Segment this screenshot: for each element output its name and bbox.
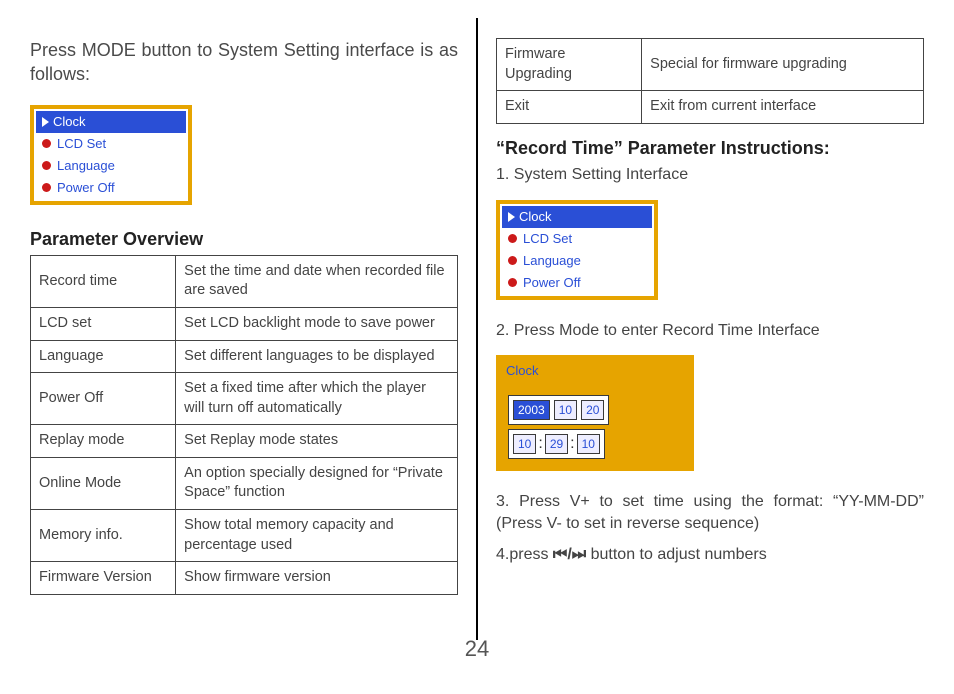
clock-titlebar: Clock: [500, 359, 690, 387]
table-row: Memory info.Show total memory capacity a…: [31, 509, 458, 561]
bullet-icon: [42, 161, 51, 170]
right-column: Firmware UpgradingSpecial for firmware u…: [476, 18, 924, 640]
menu-label: Language: [57, 157, 115, 175]
menu-label: LCD Set: [523, 230, 572, 248]
menu-item-language: Language: [502, 250, 652, 272]
param-name: Exit: [497, 91, 642, 124]
bullet-icon: [42, 139, 51, 148]
prev-next-icon: ⏮/⏭: [553, 546, 586, 563]
bullet-icon: [508, 234, 517, 243]
menu-item-lcdset: LCD Set: [36, 133, 186, 155]
manual-page: Press MODE button to System Setting inte…: [0, 0, 954, 694]
day-field: 20: [581, 400, 604, 420]
param-name: Record time: [31, 255, 176, 307]
step-1: 1. System Setting Interface: [496, 164, 924, 186]
param-desc: Special for firmware upgrading: [642, 39, 924, 91]
menu-item-language: Language: [36, 155, 186, 177]
param-desc: Set a fixed time after which the player …: [176, 373, 458, 425]
parameter-overview-heading: Parameter Overview: [30, 227, 458, 251]
menu-item-poweroff: Power Off: [36, 177, 186, 199]
bullet-icon: [508, 278, 517, 287]
param-name: Firmware Version: [31, 562, 176, 595]
parameter-overview-table: Record timeSet the time and date when re…: [30, 255, 458, 595]
intro-text: Press MODE button to System Setting inte…: [30, 38, 458, 87]
table-row: Online ModeAn option specially designed …: [31, 457, 458, 509]
param-name: Power Off: [31, 373, 176, 425]
left-column: Press MODE button to System Setting inte…: [30, 18, 476, 640]
param-desc: Show total memory capacity and percentag…: [176, 509, 458, 561]
table-row: Firmware UpgradingSpecial for firmware u…: [497, 39, 924, 91]
param-desc: Set Replay mode states: [176, 425, 458, 458]
parameter-overview-table-continued: Firmware UpgradingSpecial for firmware u…: [496, 38, 924, 124]
two-column-layout: Press MODE button to System Setting inte…: [0, 0, 954, 640]
menu-label: Clock: [519, 208, 552, 226]
table-row: Firmware VersionShow firmware version: [31, 562, 458, 595]
param-name: Replay mode: [31, 425, 176, 458]
param-desc: Set LCD backlight mode to save power: [176, 308, 458, 341]
table-row: LanguageSet different languages to be di…: [31, 340, 458, 373]
selected-arrow-icon: [508, 212, 515, 222]
time-row: 10:29:10: [508, 429, 605, 459]
table-row: Record timeSet the time and date when re…: [31, 255, 458, 307]
second-field: 10: [577, 434, 600, 454]
system-setting-screenshot-2: Clock LCD Set Language Power Off: [496, 200, 658, 300]
selected-arrow-icon: [42, 117, 49, 127]
param-name: Online Mode: [31, 457, 176, 509]
menu-label: Clock: [53, 113, 86, 131]
table-row: Power OffSet a fixed time after which th…: [31, 373, 458, 425]
param-desc: Show firmware version: [176, 562, 458, 595]
menu-item-poweroff: Power Off: [502, 272, 652, 294]
clock-interface-screenshot: Clock 20031020 10:29:10: [496, 355, 694, 471]
month-field: 10: [554, 400, 577, 420]
step-4-suffix: button to adjust numbers: [586, 546, 767, 563]
step-3: 3. Press V+ to set time using the format…: [496, 491, 924, 534]
step-4: 4.press ⏮/⏭ button to adjust numbers: [496, 544, 924, 566]
param-desc: An option specially designed for “Privat…: [176, 457, 458, 509]
bullet-icon: [42, 183, 51, 192]
param-desc: Set different languages to be displayed: [176, 340, 458, 373]
table-row: LCD setSet LCD backlight mode to save po…: [31, 308, 458, 341]
clock-body: 20031020 10:29:10: [500, 387, 690, 467]
menu-item-clock: Clock: [502, 206, 652, 228]
menu-label: LCD Set: [57, 135, 106, 153]
param-desc: Set the time and date when recorded file…: [176, 255, 458, 307]
param-name: LCD set: [31, 308, 176, 341]
record-time-heading: “Record Time” Parameter Instructions:: [496, 136, 924, 160]
bullet-icon: [508, 256, 517, 265]
clock-panel: Clock 20031020 10:29:10: [500, 359, 690, 467]
param-name: Memory info.: [31, 509, 176, 561]
table-row: Replay modeSet Replay mode states: [31, 425, 458, 458]
step-2: 2. Press Mode to enter Record Time Inter…: [496, 320, 924, 342]
param-name: Language: [31, 340, 176, 373]
step-4-prefix: 4.press: [496, 546, 553, 563]
menu-item-lcdset: LCD Set: [502, 228, 652, 250]
table-row: ExitExit from current interface: [497, 91, 924, 124]
menu-label: Power Off: [57, 179, 115, 197]
menu-label: Language: [523, 252, 581, 270]
year-field: 2003: [513, 400, 550, 420]
system-setting-screenshot: Clock LCD Set Language Power Off: [30, 105, 192, 205]
minute-field: 29: [545, 434, 568, 454]
hour-field: 10: [513, 434, 536, 454]
menu-label: Power Off: [523, 274, 581, 292]
param-desc: Exit from current interface: [642, 91, 924, 124]
date-row: 20031020: [508, 395, 609, 425]
menu-item-clock: Clock: [36, 111, 186, 133]
param-name: Firmware Upgrading: [497, 39, 642, 91]
